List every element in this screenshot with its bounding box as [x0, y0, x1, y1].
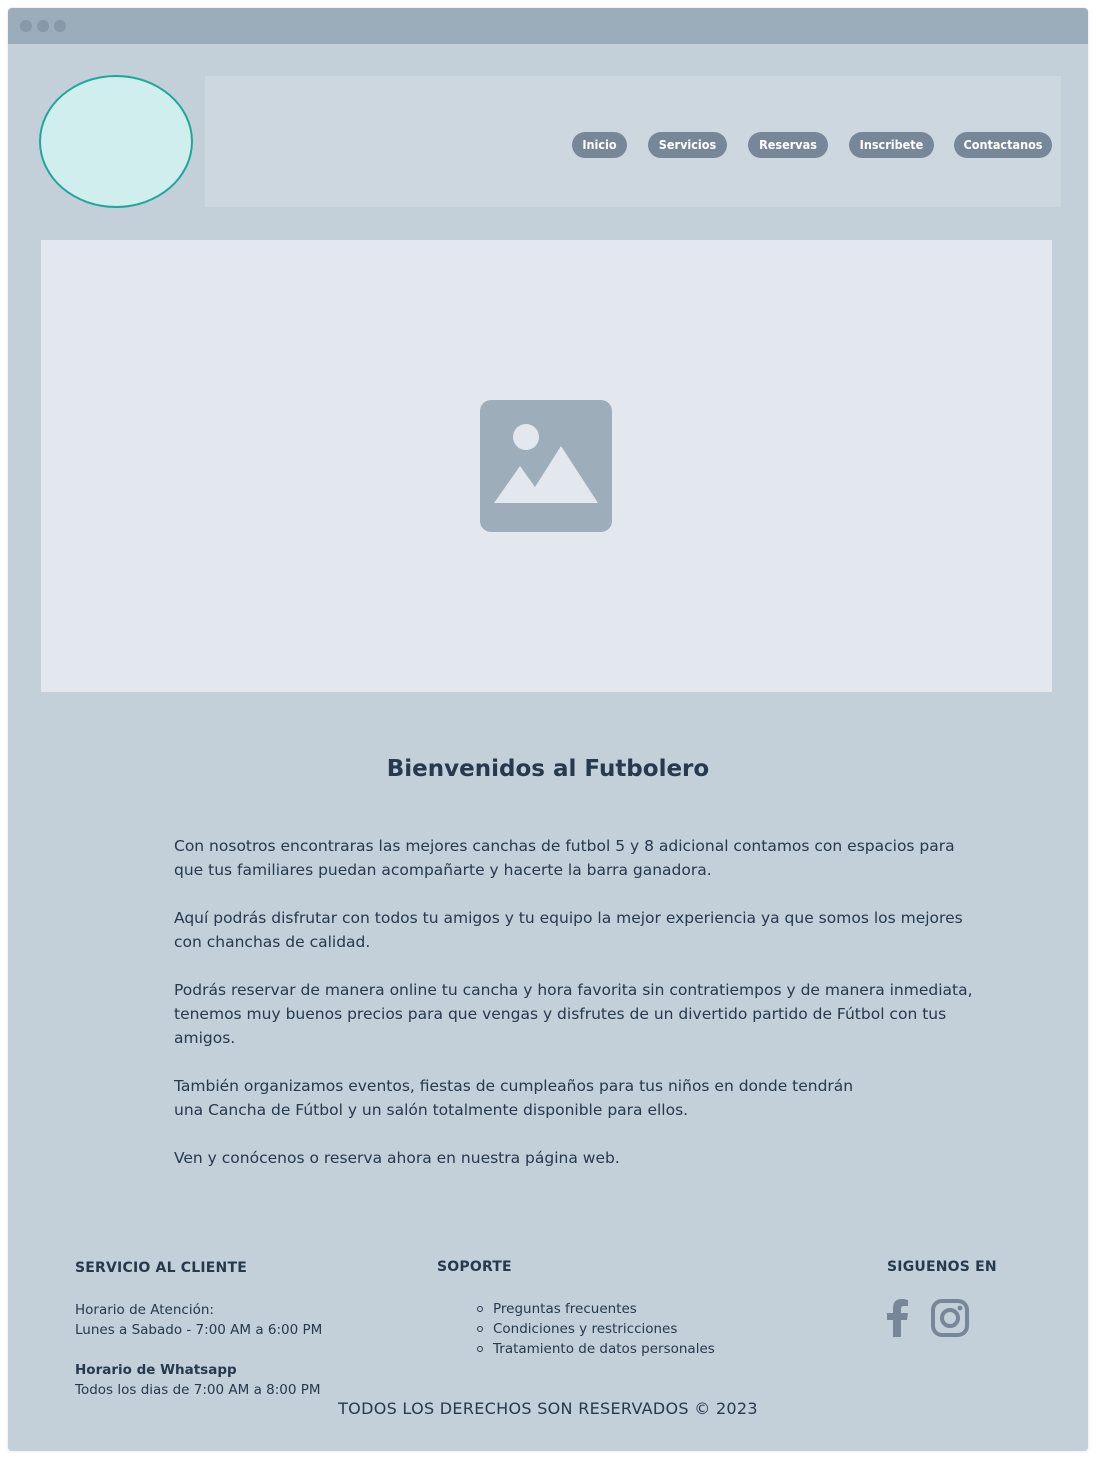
instagram-icon[interactable]: [931, 1299, 969, 1337]
hours-label: Horario de Atención:: [75, 1302, 214, 1318]
support-list: Preguntas frecuentes Condiciones y restr…: [437, 1299, 777, 1359]
hours-value: Lunes a Sabado - 7:00 AM a 6:00 PM: [75, 1322, 323, 1338]
footer-heading: SERVICIO AL CLIENTE: [75, 1260, 247, 1276]
welcome-title: Bienvenidos al Futbolero: [386, 756, 710, 782]
nav-inicio-button[interactable]: Inicio: [572, 132, 627, 158]
welcome-paragraph: Con nosotros encontraras las mejores can…: [174, 837, 955, 879]
welcome-paragraph: Aquí podrás disfrutar con todos tu amigo…: [174, 909, 963, 951]
support-link[interactable]: Condiciones y restricciones: [475, 1319, 777, 1339]
welcome-content: Con nosotros encontraras las mejores can…: [174, 834, 974, 1194]
support-link[interactable]: Tratamiento de datos personales: [475, 1339, 777, 1359]
window-maximize-dot[interactable]: [54, 20, 66, 32]
window-titlebar: [8, 8, 1088, 44]
nav-inscribete-button[interactable]: Inscribete: [849, 132, 934, 158]
welcome-paragraph: También organizamos eventos, fiestas de …: [174, 1077, 854, 1119]
logo-placeholder[interactable]: [39, 75, 193, 208]
nav-servicios-button[interactable]: Servicios: [648, 132, 727, 158]
hero-image: [41, 240, 1052, 692]
browser-window: Inicio Servicios Reservas Inscribete Con…: [8, 8, 1088, 1451]
footer-social: SIGUENOS EN: [887, 1257, 1017, 1337]
support-link[interactable]: Preguntas frecuentes: [475, 1299, 777, 1319]
whatsapp-label: Horario de Whatsapp: [75, 1362, 237, 1378]
nav-reservas-button[interactable]: Reservas: [748, 132, 828, 158]
footer-support: SOPORTE Preguntas frecuentes Condiciones…: [437, 1257, 777, 1359]
header-bar: Inicio Servicios Reservas Inscribete Con…: [205, 76, 1061, 207]
footer-heading: SOPORTE: [437, 1259, 512, 1275]
facebook-icon[interactable]: [887, 1299, 909, 1337]
image-placeholder-icon: [480, 400, 612, 532]
window-close-dot[interactable]: [20, 20, 32, 32]
copyright-text: TODOS LOS DERECHOS SON RESERVADOS © 2023: [338, 1399, 758, 1418]
main-nav: Inicio Servicios Reservas Inscribete Con…: [205, 132, 1061, 158]
footer-heading: SIGUENOS EN: [887, 1259, 997, 1275]
welcome-paragraph: Ven y conócenos o reserva ahora en nuest…: [174, 1149, 620, 1167]
welcome-paragraph: Podrás reservar de manera online tu canc…: [174, 981, 973, 1047]
whatsapp-value: Todos los dias de 7:00 AM a 8:00 PM: [75, 1382, 321, 1398]
footer-customer-service: SERVICIO AL CLIENTE Horario de Atención:…: [75, 1258, 395, 1400]
nav-contactanos-button[interactable]: Contactanos: [954, 132, 1052, 158]
window-minimize-dot[interactable]: [37, 20, 49, 32]
